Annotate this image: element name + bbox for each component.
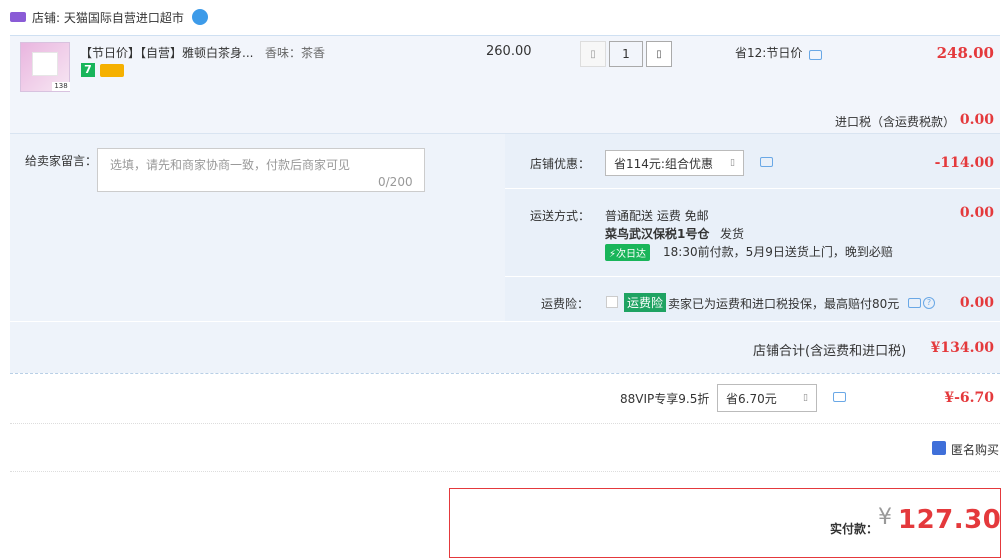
tmall-store-icon (10, 12, 26, 22)
seller-message-placeholder: 选填，请先和商家协商一致，付款后商家可见 (110, 158, 351, 172)
product-title[interactable]: 【节日价】【自营】雅顿白茶身... (80, 44, 253, 61)
shipping-method: 普通配送 运费 免邮 (605, 209, 709, 223)
next-day-delivery-badge: ⚡次日达 (605, 244, 651, 261)
payment-label: 实付款： (830, 522, 879, 536)
vip-discount-label: 88VIP专享9.5折 (620, 392, 710, 406)
credit-card-icon (100, 64, 124, 77)
dotted-divider (10, 423, 1000, 424)
divider (505, 276, 1000, 277)
store-header: 店铺: 天猫国际自营进口超市 (10, 6, 208, 28)
increase-quantity-button[interactable]: ▯ (646, 41, 672, 67)
store-discount-value: -114.00 (934, 155, 994, 171)
insurance-label: 运费险： (541, 297, 590, 311)
insurance-checkbox[interactable] (606, 296, 618, 308)
unit-price: 260.00 (486, 44, 532, 59)
product-thumbnail-image (32, 52, 58, 76)
seven-day-return-badge: 7 (81, 63, 95, 77)
anonymous-purchase-checkbox[interactable] (932, 441, 946, 455)
insurance-note: 卖家已为运费和进口税投保，最高赔付80元 (668, 297, 900, 311)
item-promo: 省12:节日价 (735, 46, 803, 60)
divider (10, 321, 1000, 322)
promo-chat-icon[interactable] (809, 50, 822, 60)
store-discount-selected: 省114元:组合优惠 (614, 156, 713, 171)
decrease-quantity-button[interactable]: ▯ (580, 41, 606, 67)
shipping-status: 发货 (720, 227, 745, 241)
next-day-badge-label: 次日达 (616, 249, 647, 260)
payment-amount: 127.30 (898, 505, 1002, 535)
vip-discount-selected: 省6.70元 (726, 391, 777, 406)
payment-currency: ¥ (878, 505, 892, 530)
store-total-label: 店铺合计(含运费和进口税) (753, 344, 907, 359)
wangwang-chat-icon[interactable] (191, 9, 208, 25)
shipping-warehouse: 菜鸟武汉保税1号仓 (605, 227, 710, 241)
product-attribute: 香味：茶香 (265, 46, 326, 60)
discount-chat-icon[interactable] (760, 157, 773, 167)
vip-discount-value: ¥-6.70 (944, 390, 994, 406)
shipping-label: 运送方式： (530, 209, 591, 223)
delivery-note: 18:30前付款，5月9日送货上门，晚到必赔 (663, 245, 893, 259)
store-discount-label: 店铺优惠： (530, 157, 591, 171)
vip-discount-select[interactable]: 省6.70元 ▯ (717, 384, 817, 412)
insurance-value: 0.00 (959, 295, 994, 311)
message-counter: 0/200 (378, 175, 413, 189)
quantity-stepper: ▯ 1 ▯ (580, 41, 672, 69)
lightning-icon: ⚡ (609, 249, 617, 260)
dropdown-icon: ▯ (730, 158, 735, 168)
dropdown-icon: ▯ (803, 393, 808, 403)
insurance-badge: 运费险 (624, 293, 667, 312)
item-subtotal: 248.00 (936, 44, 994, 62)
quantity-input[interactable]: 1 (609, 41, 643, 67)
dotted-divider (10, 471, 1000, 472)
store-discount-select[interactable]: 省114元:组合优惠 ▯ (605, 150, 744, 176)
dashed-divider (10, 373, 1000, 374)
store-total-value: ¥134.00 (930, 340, 994, 356)
vip-chat-icon[interactable] (833, 392, 846, 402)
thumb-sale-tag: 138 (52, 82, 70, 91)
shipping-value: 0.00 (959, 205, 994, 221)
anonymous-purchase-label[interactable]: 匿名购买 (951, 441, 999, 458)
divider (505, 188, 1000, 189)
message-label: 给卖家留言： (25, 154, 98, 168)
import-tax-label: 进口税（含运费税款） (835, 115, 956, 129)
store-name[interactable]: 店铺: 天猫国际自营进口超市 (32, 9, 184, 26)
import-tax-value: 0.00 (959, 112, 994, 128)
